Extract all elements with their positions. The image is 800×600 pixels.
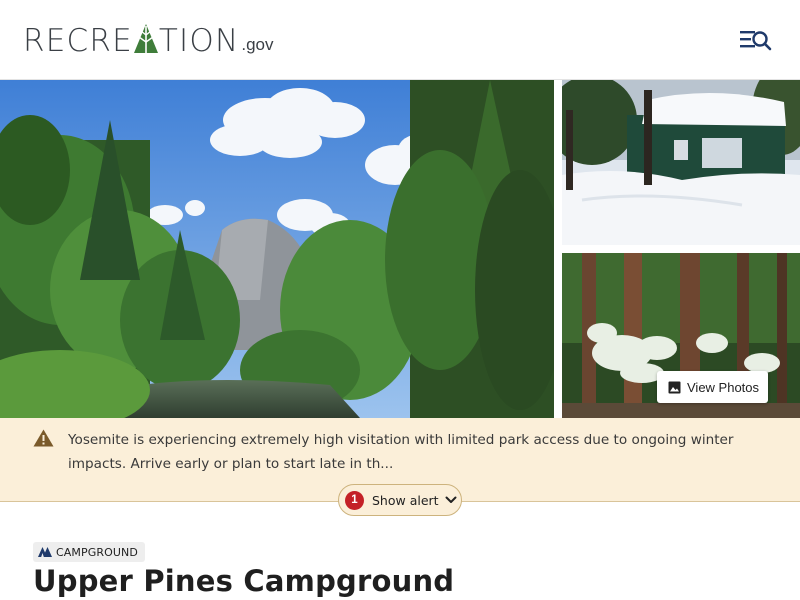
view-photos-label: View Photos (687, 379, 760, 395)
photo-snowy-cabin[interactable] (562, 80, 800, 245)
logo-text-start: RECRE (23, 23, 133, 59)
image-icon (668, 381, 681, 393)
facility-type-label: CAMPGROUND (56, 545, 138, 559)
show-alert-button[interactable]: 1 Show alert (338, 484, 462, 516)
page-title: Upper Pines Campground (33, 564, 455, 598)
view-photos-button[interactable]: View Photos (657, 371, 768, 403)
facility-type-badge: CAMPGROUND (33, 542, 145, 562)
show-alert-label: Show alert (372, 492, 439, 508)
logo-gov-suffix: .gov (241, 35, 274, 54)
recreation-gov-logo[interactable]: RECRE TION .gov (23, 22, 274, 58)
warning-icon (33, 429, 54, 447)
tent-icon (38, 547, 52, 557)
photo-gallery (0, 80, 800, 418)
logo-tree-icon (133, 23, 159, 58)
menu-search-icon (740, 31, 772, 51)
main-photo-half-dome[interactable] (0, 80, 554, 418)
alert-message: Yosemite is experiencing extremely high … (68, 432, 734, 472)
chevron-down-icon (445, 496, 457, 503)
alert-count-badge: 1 (345, 490, 364, 510)
logo-text-end: TION (158, 23, 240, 59)
site-header: RECRE TION .gov (0, 0, 800, 80)
menu-search-button[interactable] (738, 27, 774, 53)
